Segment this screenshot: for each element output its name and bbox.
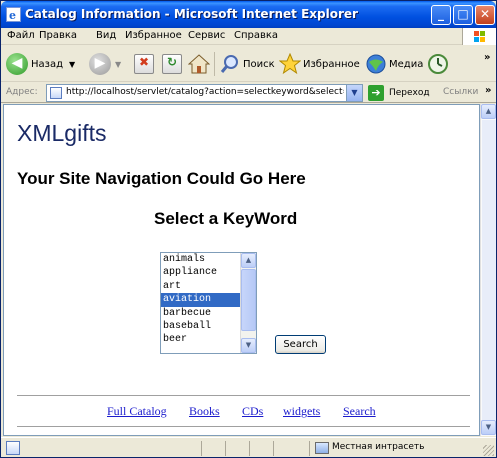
back-arrow-icon: ◀ [6,53,28,75]
page-scrollbar[interactable]: ▲ ▼ [480,104,496,436]
menu-tools[interactable]: Сервис [188,30,225,41]
site-brand: XMLgifts [17,120,107,146]
menu-file[interactable]: Файл [7,30,35,41]
footer-link-search[interactable]: Search [343,404,376,419]
listbox-scrollbar[interactable]: ▲ ▼ [240,253,256,353]
chevron-down-icon: ▼ [69,59,76,69]
address-label: Адрес: [6,87,38,97]
media-button[interactable]: Медиа [365,51,423,77]
maximize-button[interactable]: □ [453,5,473,25]
home-icon [188,54,210,74]
browser-window: e Catalog Information - Microsoft Intern… [0,0,497,458]
status-bar: Местная интрасеть [1,437,496,457]
footer-link-books[interactable]: Books [189,404,220,419]
menu-favorites[interactable]: Избранное [125,30,182,41]
divider [17,395,470,396]
footer-nav: Full Catalog Books CDs widgets Search [107,404,407,420]
stop-button[interactable]: ✖ [134,51,154,77]
minimize-button[interactable]: _ [431,5,451,25]
page-status-icon [6,441,20,455]
stop-icon: ✖ [134,54,154,74]
resize-grip[interactable] [483,445,494,456]
title-bar[interactable]: e Catalog Information - Microsoft Intern… [1,1,496,28]
page-content: XMLgifts Your Site Navigation Could Go H… [3,104,480,436]
links-label[interactable]: Ссылки [443,87,478,97]
svg-text:e: e [9,9,16,22]
media-icon [366,54,386,74]
keyword-listbox[interactable]: animals appliance art aviation barbecue … [160,252,257,354]
media-label: Медиа [389,58,424,70]
favorites-button[interactable]: Избранное [279,51,360,77]
scroll-down-button[interactable]: ▼ [481,420,496,435]
go-button[interactable]: ➔ Переход [368,85,430,101]
history-button[interactable] [427,51,449,77]
scroll-up-button[interactable]: ▲ [241,253,256,268]
toolbar-separator [214,52,215,76]
menu-edit[interactable]: Правка [39,30,77,41]
windows-logo [462,28,496,45]
toolbar: ◀ Назад ▼ ▶ ▼ ✖ ↻ Поиск Избранное Медиа … [1,46,496,82]
menu-help[interactable]: Справка [234,30,278,41]
windows-flag-icon [474,31,485,42]
go-label: Переход [389,88,430,98]
site-navigation-placeholder: Your Site Navigation Could Go Here [17,169,306,188]
address-dropdown[interactable]: ▼ [346,85,362,101]
scroll-down-button[interactable]: ▼ [241,338,256,353]
window-title: Catalog Information - Microsoft Internet… [25,7,358,21]
toolbar-overflow-chevron[interactable]: » [484,52,490,63]
search-button-toolbar[interactable]: Поиск [219,51,275,77]
favorites-star-icon [279,53,301,75]
status-separator [225,441,226,456]
forward-button[interactable]: ▶ ▼ [89,51,121,77]
menu-view[interactable]: Вид [96,30,116,41]
divider [17,426,470,427]
footer-link-widgets[interactable]: widgets [283,404,320,419]
status-separator [273,441,274,456]
close-button[interactable]: ✕ [475,5,495,25]
address-url[interactable]: http://localhost/servlet/catalog?action=… [66,87,344,97]
footer-link-cds[interactable]: CDs [242,404,263,419]
links-overflow-chevron[interactable]: » [485,85,491,96]
page-heading: Select a KeyWord [154,209,298,228]
security-zone: Местная интрасеть [332,442,425,452]
back-label: Назад [31,58,64,70]
scroll-thumb[interactable] [241,269,256,331]
status-separator [249,441,250,456]
refresh-button[interactable]: ↻ [162,51,182,77]
address-field[interactable]: http://localhost/servlet/catalog?action=… [46,84,363,102]
search-icon [220,55,238,73]
history-icon [428,54,448,74]
home-button[interactable] [188,51,210,77]
scroll-up-button[interactable]: ▲ [481,104,496,119]
intranet-icon [315,442,329,454]
page-icon [50,87,62,99]
scroll-track[interactable] [482,120,496,420]
address-bar: Адрес: http://localhost/servlet/catalog?… [1,83,496,103]
search-button[interactable]: Search [275,335,326,354]
go-arrow-icon: ➔ [368,85,384,101]
refresh-icon: ↻ [162,54,182,74]
footer-link-full-catalog[interactable]: Full Catalog [107,404,167,419]
menu-bar: Файл Правка Вид Избранное Сервис Справка [1,28,496,45]
status-separator [309,441,310,456]
back-button[interactable]: ◀ Назад ▼ [6,51,75,77]
favorites-label: Избранное [303,58,360,70]
status-separator [201,441,202,456]
forward-arrow-icon: ▶ [89,53,111,75]
chevron-down-icon: ▼ [115,59,122,69]
search-label: Поиск [243,58,275,70]
ie-icon: e [6,7,21,22]
